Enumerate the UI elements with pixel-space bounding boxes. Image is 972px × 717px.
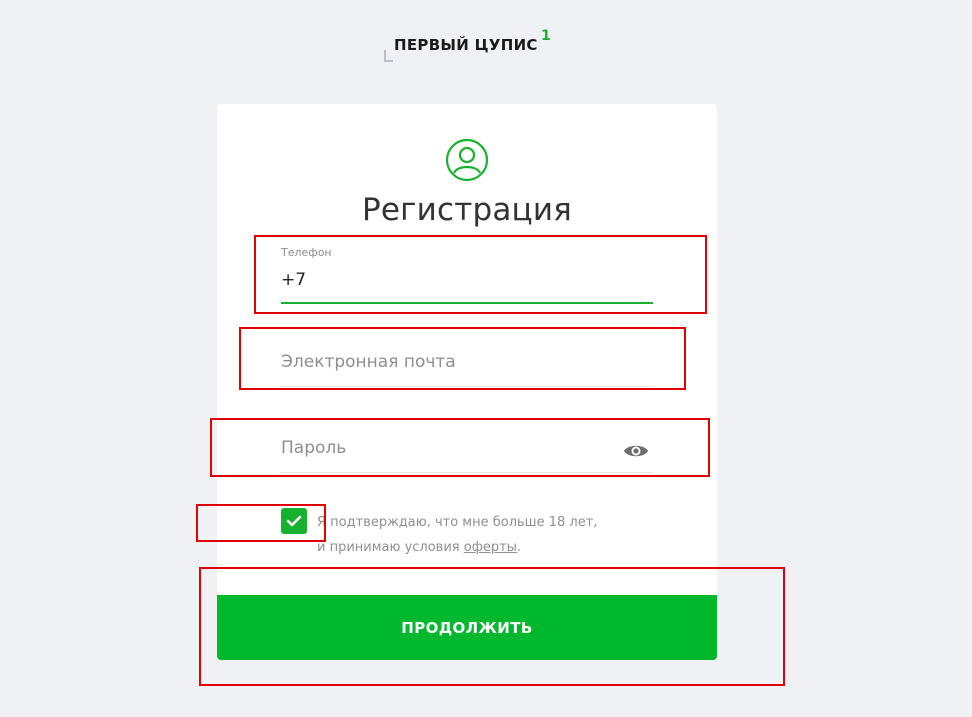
- eye-icon[interactable]: [623, 442, 649, 460]
- phone-label: Телефон: [281, 246, 332, 259]
- consent-checkbox[interactable]: [281, 508, 307, 534]
- user-circle-icon: [445, 138, 489, 182]
- phone-input[interactable]: [281, 270, 601, 290]
- phone-field: Телефон: [281, 246, 653, 304]
- brand-logo: ПЕРВЫЙ ЦУПИС 1: [384, 28, 554, 66]
- email-input[interactable]: [281, 352, 601, 372]
- consent-line-1: Я подтверждаю, что мне больше 18 лет,: [317, 515, 598, 530]
- logo-corner-mark: [384, 50, 393, 62]
- consent-text: Я подтверждаю, что мне больше 18 лет, и …: [317, 510, 657, 560]
- page-title: Регистрация: [361, 192, 573, 228]
- check-icon: [286, 515, 302, 527]
- continue-button[interactable]: ПРОДОЛЖИТЬ: [217, 595, 717, 660]
- age-consent: Я подтверждаю, что мне больше 18 лет, и …: [281, 506, 661, 556]
- logo-superscript: 1: [541, 28, 551, 44]
- registration-card: Регистрация Телефон Я подтверждаю, что м…: [217, 104, 717, 660]
- consent-line-2-suffix: .: [516, 540, 522, 555]
- password-field: [281, 426, 653, 473]
- email-field: [281, 340, 653, 387]
- offer-link[interactable]: оферты: [464, 540, 517, 555]
- consent-line-2-prefix: и принимаю условия: [317, 540, 464, 555]
- logo-text: ПЕРВЫЙ ЦУПИС: [394, 36, 538, 54]
- password-input[interactable]: [281, 438, 601, 458]
